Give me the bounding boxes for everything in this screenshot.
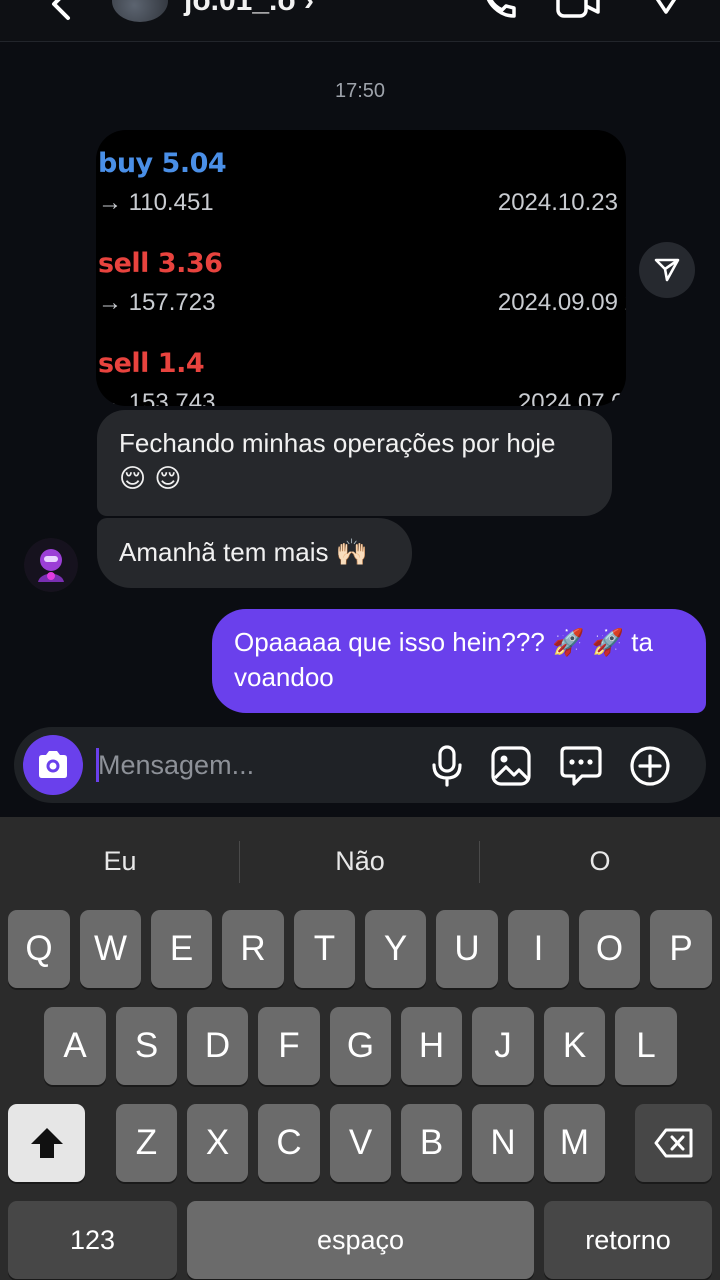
microphone-icon (432, 745, 462, 787)
message-input[interactable] (98, 743, 398, 787)
incoming-message[interactable]: Fechando minhas operações por hoje 😌 😌 (97, 410, 612, 516)
back-button[interactable] (46, 0, 76, 22)
contact-name[interactable]: jo.01_.o › (184, 0, 314, 18)
image-icon (491, 746, 531, 786)
message-text: Amanhã tem mais (119, 537, 329, 567)
key-w[interactable]: W (80, 910, 141, 988)
key-m[interactable]: M (544, 1104, 605, 1182)
key-l[interactable]: L (615, 1007, 677, 1085)
voice-call-button[interactable] (480, 0, 520, 20)
camera-icon (39, 751, 67, 778)
shift-key[interactable] (8, 1104, 85, 1182)
video-camera-icon (556, 0, 600, 18)
message-timestamp: 17:50 (334, 80, 386, 102)
key-x[interactable]: X (187, 1104, 248, 1182)
key-g[interactable]: G (330, 1007, 391, 1085)
key-c[interactable]: C (258, 1104, 320, 1182)
trade-label: buy 5.04 (98, 148, 227, 179)
key-a[interactable]: A (44, 1007, 106, 1085)
trade-label: sell 3.36 (98, 248, 223, 279)
contact-avatar-header[interactable] (112, 0, 168, 22)
heart-button[interactable] (646, 0, 686, 20)
key-o[interactable]: O (579, 910, 640, 988)
incoming-message[interactable]: Amanhã tem mais 🙌🏻 (97, 518, 412, 588)
key-j[interactable]: J (472, 1007, 534, 1085)
trade-price: → 153.743 (98, 389, 216, 406)
suggestion-bar: Eu Não O (0, 817, 720, 907)
plus-circle-icon (630, 746, 670, 786)
space-key[interactable]: espaço (187, 1201, 534, 1279)
trade-entry: sell 1.4 → 153.743 2024.07.05 (98, 348, 626, 406)
backspace-icon (654, 1128, 692, 1158)
avatar-icon (24, 538, 78, 592)
key-i[interactable]: I (508, 910, 569, 988)
key-b[interactable]: B (401, 1104, 462, 1182)
key-y[interactable]: Y (365, 910, 426, 988)
add-button[interactable] (629, 745, 671, 787)
suggestion-divider (479, 841, 480, 883)
key-z[interactable]: Z (116, 1104, 177, 1182)
sticker-button[interactable] (560, 745, 602, 787)
key-n[interactable]: N (472, 1104, 534, 1182)
outgoing-message[interactable]: Opaaaaa que isso hein??? 🚀 🚀 ta voandoo (212, 609, 706, 713)
key-d[interactable]: D (187, 1007, 248, 1085)
message-composer (14, 727, 706, 803)
suggestion-item[interactable]: Eu (1, 839, 239, 883)
suggestion-item[interactable]: Não (241, 839, 479, 883)
keyboard: Eu Não O Q W E R T Y U I O P A S D F G H… (0, 817, 720, 1280)
gallery-button[interactable] (490, 745, 532, 787)
message-emoji: 😌 😌 (119, 464, 182, 494)
shift-arrow-icon (30, 1128, 63, 1158)
key-u[interactable]: U (436, 910, 498, 988)
key-f[interactable]: F (258, 1007, 320, 1085)
contact-avatar[interactable] (24, 538, 78, 592)
numbers-key[interactable]: 123 (8, 1201, 177, 1279)
message-emoji: 🙌🏻 (335, 538, 369, 568)
trade-label: sell 1.4 (98, 348, 205, 379)
phone-icon (486, 0, 516, 18)
trade-price: → 157.723 (98, 289, 216, 316)
key-q[interactable]: Q (8, 910, 70, 988)
trade-entry: buy 5.04 → 110.451 2024.10.23 1 (98, 148, 626, 217)
heart-icon (655, 0, 677, 14)
suggestion-divider (239, 841, 240, 883)
key-h[interactable]: H (401, 1007, 462, 1085)
key-k[interactable]: K (544, 1007, 605, 1085)
trade-date: 2024.10.23 1 (497, 189, 626, 216)
share-button[interactable] (639, 242, 695, 298)
voice-message-button[interactable] (426, 745, 468, 787)
suggestion-item[interactable]: O (481, 839, 719, 883)
message-text: Opaaaaa que isso hein??? 🚀 🚀 ta voandoo (234, 627, 653, 692)
message-text: Fechando minhas operações por hoje (119, 428, 556, 458)
chevron-left-icon (52, 0, 70, 20)
trade-entry: sell 3.36 → 157.723 2024.09.09 2 (98, 248, 626, 317)
trade-date: 2024.09.09 2 (497, 289, 626, 316)
shared-post-image[interactable]: buy 5.04 → 110.451 2024.10.23 1 sell 3.3… (96, 130, 626, 406)
key-p[interactable]: P (650, 910, 712, 988)
chat-thread[interactable]: 17:50 buy 5.04 → 110.451 2024.10.23 1 se… (0, 42, 720, 817)
chat-bubble-icon (560, 746, 602, 786)
return-key[interactable]: retorno (544, 1201, 712, 1279)
key-v[interactable]: V (330, 1104, 391, 1182)
camera-button[interactable] (23, 735, 83, 795)
send-icon (654, 258, 680, 282)
key-e[interactable]: E (151, 910, 212, 988)
key-r[interactable]: R (222, 910, 284, 988)
trade-price: → 110.451 (98, 189, 214, 216)
trade-date: 2024.07.05 (517, 389, 626, 406)
chat-header: jo.01_.o › (0, 0, 720, 42)
backspace-key[interactable] (635, 1104, 712, 1182)
key-s[interactable]: S (116, 1007, 177, 1085)
video-call-button[interactable] (556, 0, 600, 20)
key-t[interactable]: T (294, 910, 355, 988)
